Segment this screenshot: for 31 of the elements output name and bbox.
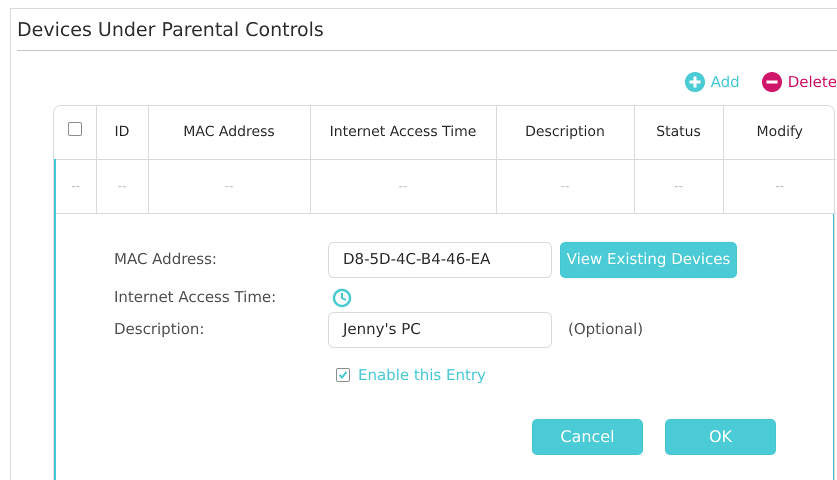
column-header: ID	[96, 106, 148, 159]
add-button[interactable]: Add	[684, 71, 740, 93]
table-cell: --	[148, 159, 310, 213]
field-label: MAC Address:	[114, 249, 218, 270]
table-cell: --	[723, 159, 836, 213]
mac-input[interactable]: D8-5D-4C-B4-46-EA	[328, 242, 552, 278]
column-header: Status	[634, 106, 723, 159]
table-cell: --	[96, 159, 148, 213]
optional-note: (Optional)	[568, 319, 644, 340]
ok-button[interactable]: OK	[665, 419, 776, 455]
table-cell: --	[55, 159, 96, 213]
view-devices-button[interactable]: View Existing Devices	[560, 242, 737, 278]
checkbox-label[interactable]: Enable this Entry	[358, 364, 486, 386]
plus-circle-icon	[684, 72, 705, 92]
table-cell: --	[496, 159, 634, 213]
delete-button[interactable]: Delete	[762, 71, 837, 93]
checkbox[interactable]	[336, 368, 350, 382]
description-input[interactable]: Jenny's PC	[328, 312, 552, 348]
field-label: Internet Access Time:	[114, 287, 278, 308]
column-header: Description	[496, 106, 634, 159]
column-header: Internet Access Time	[310, 106, 496, 159]
minus-circle-icon	[762, 72, 782, 92]
column-header: MAC Address	[148, 106, 310, 159]
table-cell: --	[310, 159, 496, 213]
field-label: Description:	[114, 319, 206, 340]
section-title: Devices Under Parental Controls	[17, 9, 837, 51]
column-header: Modify	[723, 106, 836, 159]
cancel-button[interactable]: Cancel	[532, 419, 643, 455]
table-cell: --	[634, 159, 723, 213]
checkbox[interactable]	[68, 122, 82, 136]
clock-icon[interactable]	[332, 288, 352, 308]
